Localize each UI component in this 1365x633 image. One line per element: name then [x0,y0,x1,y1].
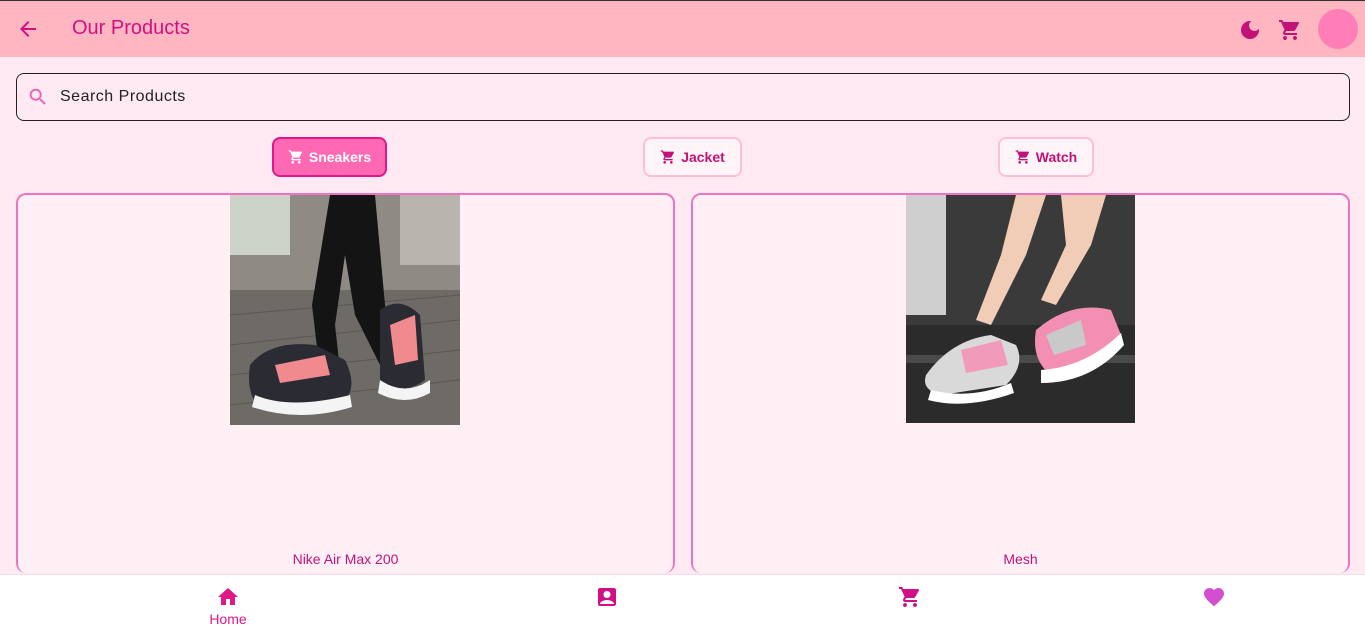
cart-icon [899,587,920,607]
search-icon [29,88,46,105]
category-chip-watch[interactable]: Watch [998,137,1094,177]
nav-profile[interactable] [583,575,631,633]
category-chip-jacket[interactable]: Jacket [643,137,742,177]
product-card[interactable]: Nike Air Max 200 [16,193,675,573]
category-chip-label: Sneakers [308,149,372,165]
nav-favorites[interactable] [1190,575,1238,633]
product-image [230,195,460,425]
bottom-navigation: Home [0,574,1365,633]
product-name: Mesh [1003,551,1038,567]
cart-button[interactable] [1278,18,1302,42]
back-button[interactable] [16,17,40,41]
category-chip-label: Jacket [681,149,725,165]
product-card[interactable]: Mesh [691,193,1350,573]
page-title: Our Products [72,17,190,39]
product-name: Nike Air Max 200 [292,551,399,567]
contact-card-icon [598,588,616,606]
search-bar [16,73,1350,121]
nav-home-label: Home [209,611,247,627]
search-input[interactable] [60,83,1330,111]
cart-icon [660,150,675,164]
cart-icon [288,150,302,164]
category-chip-label: Watch [1035,149,1078,165]
cart-icon [1279,20,1300,40]
nav-cart[interactable] [886,575,934,633]
avatar[interactable] [1318,9,1358,49]
nav-home[interactable]: Home [202,575,254,633]
heart-icon [1204,588,1224,607]
arrow-back-icon [20,21,36,37]
moon-icon [1241,21,1259,39]
product-image [906,195,1135,423]
cart-icon [1015,150,1029,164]
theme-toggle-button[interactable] [1238,18,1262,42]
category-chip-sneakers[interactable]: Sneakers [272,137,387,177]
home-icon [218,588,238,605]
app-bar: Our Products [0,0,1365,57]
